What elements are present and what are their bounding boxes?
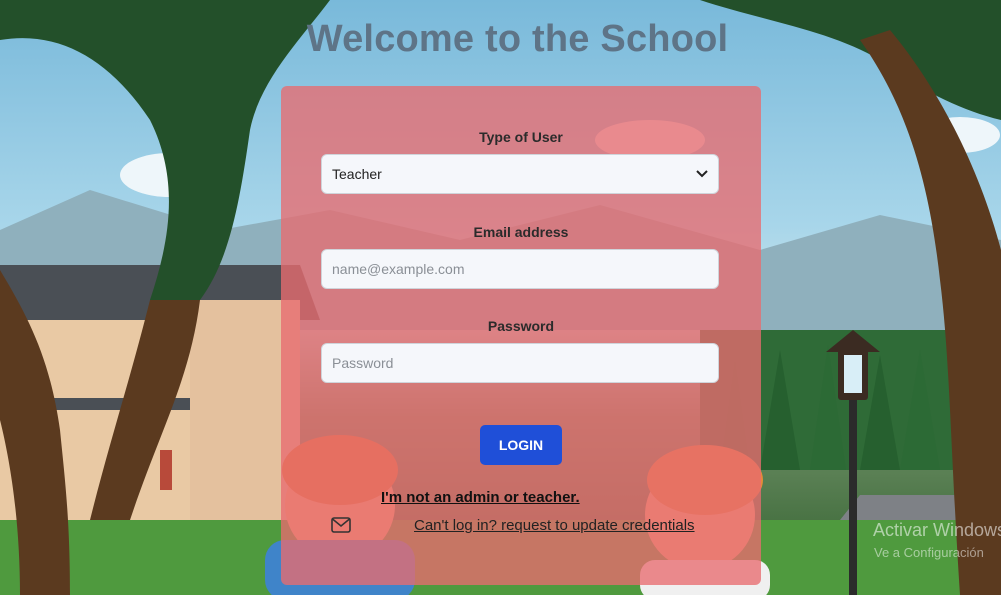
page-title: Welcome to the School [306,18,729,60]
email-label: Email address [473,224,569,240]
email-field[interactable]: name@example.com [321,249,719,289]
windows-activation-watermark: Activar Windows [873,520,1001,540]
login-card: Type of User Teacher Email address name@… [281,86,761,585]
chevron-down-icon [696,170,708,178]
password-field[interactable]: Password [321,343,719,383]
login-button[interactable]: LOGIN [480,425,562,465]
windows-activation-subtext: Ve a Configuración [874,545,984,560]
password-placeholder: Password [332,355,394,371]
user-type-label: Type of User [479,129,563,145]
login-screen: Welcome to the School Type of User Teach… [0,0,1001,595]
guest-access-link[interactable]: I'm not an admin or teacher. [381,489,580,506]
user-type-select[interactable]: Teacher [321,154,719,194]
email-placeholder: name@example.com [332,261,465,277]
user-type-value: Teacher [332,166,382,182]
request-credentials-link[interactable]: Can't log in? request to update credenti… [414,517,695,534]
mail-icon [331,517,351,533]
password-label: Password [487,318,555,334]
